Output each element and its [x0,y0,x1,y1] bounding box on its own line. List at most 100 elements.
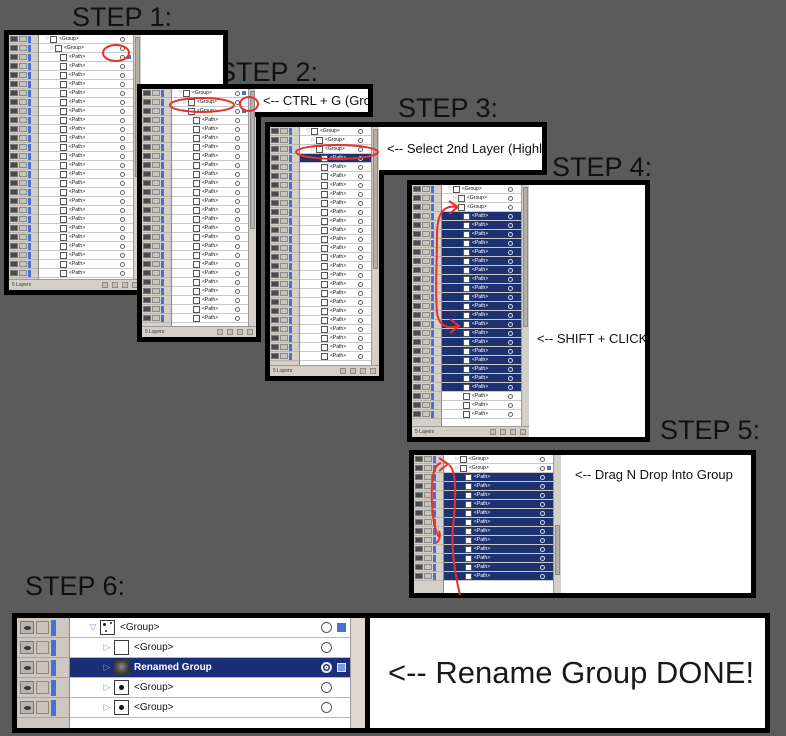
layer-row[interactable]: <Path> [39,107,133,116]
layer-row[interactable]: <Path> [444,473,553,482]
eye-icon[interactable] [413,240,421,246]
eye-icon[interactable] [143,270,151,276]
layer-row[interactable]: ▽ <Group> [172,89,248,98]
eye-icon[interactable] [271,290,279,296]
eye-icon[interactable] [271,200,279,206]
lock-icon[interactable] [422,186,430,192]
eye-icon[interactable] [415,573,423,579]
eye-icon[interactable] [10,252,18,258]
layer-row[interactable]: <Path> [300,163,371,172]
target-circle-icon[interactable] [120,207,125,213]
layer-row[interactable]: <Path> [39,152,133,161]
lock-icon[interactable] [152,261,160,267]
layer-gutter-cell[interactable] [412,257,441,266]
layer-gutter-cell[interactable] [270,190,299,199]
target-circle-icon[interactable] [120,225,125,231]
layer-row[interactable]: ▷ <Group> [444,464,553,473]
eye-icon[interactable] [415,483,423,489]
layer-gutter-cell[interactable] [414,545,443,554]
layer-row[interactable]: <Path> [172,215,248,224]
lock-icon[interactable] [36,681,49,694]
lock-icon[interactable] [424,510,432,516]
lock-icon[interactable] [152,108,160,114]
eye-icon[interactable] [20,641,34,654]
layer-gutter-cell[interactable] [412,311,441,320]
layer-gutter-cell[interactable] [142,206,171,215]
lock-icon[interactable] [19,54,27,60]
eye-icon[interactable] [10,180,18,186]
lock-icon[interactable] [422,285,430,291]
lock-icon[interactable] [19,216,27,222]
eye-icon[interactable] [271,326,279,332]
target-circle-icon[interactable] [358,128,363,134]
eye-icon[interactable] [271,137,279,143]
layer-row[interactable]: <Path> [444,518,553,527]
layer-gutter-cell[interactable] [9,107,38,116]
eye-icon[interactable] [20,701,34,714]
layer-row[interactable]: <Path> [442,320,521,329]
layer-gutter-cell[interactable] [412,401,441,410]
layer-gutter-cell[interactable] [9,62,38,71]
layer-row[interactable]: <Path> [442,302,521,311]
layer-gutter-cell[interactable] [412,275,441,284]
layer-row[interactable]: <Path> [442,338,521,347]
lock-icon[interactable] [280,128,288,134]
target-circle-icon[interactable] [120,234,125,240]
layer-row[interactable]: ▷ <Group> [70,638,350,658]
target-circle-icon[interactable] [120,72,125,78]
eye-icon[interactable] [271,335,279,341]
lock-icon[interactable] [280,191,288,197]
target-circle-icon[interactable] [358,173,363,179]
eye-icon[interactable] [143,306,151,312]
layer-gutter-cell[interactable] [142,215,171,224]
target-circle-icon[interactable] [540,483,545,489]
lock-icon[interactable] [424,483,432,489]
eye-icon[interactable] [143,288,151,294]
layer-gutter-cell[interactable] [142,197,171,206]
layer-row[interactable]: <Path> [300,217,371,226]
eye-icon[interactable] [271,164,279,170]
target-circle-icon[interactable] [235,297,240,303]
layer-gutter-cell[interactable] [270,199,299,208]
lock-icon[interactable] [152,189,160,195]
lock-icon[interactable] [422,402,430,408]
eye-icon[interactable] [413,285,421,291]
target-circle-icon[interactable] [508,222,513,228]
layer-gutter-cell[interactable] [414,464,443,473]
lock-icon[interactable] [280,218,288,224]
layer-row[interactable]: <Path> [172,287,248,296]
lock-icon[interactable] [152,270,160,276]
eye-icon[interactable] [10,36,18,42]
palette-rows-area[interactable]: ▽ <Group> ▷ <Group> <Path> <Path> <Path> <Path>… [9,35,141,279]
lock-icon[interactable] [422,366,430,372]
lock-icon[interactable] [19,45,27,51]
layer-row[interactable]: <Path> [444,563,553,572]
lock-icon[interactable] [36,641,49,654]
layer-row[interactable]: <Path> [172,278,248,287]
lock-icon[interactable] [280,344,288,350]
target-circle-icon[interactable] [120,261,125,267]
target-circle-icon[interactable] [358,182,363,188]
layer-row[interactable]: <Path> [300,289,371,298]
lock-icon[interactable] [422,330,430,336]
new-sublayer-icon[interactable] [112,282,118,288]
layer-row[interactable]: <Path> [442,266,521,275]
layer-row[interactable]: <Path> [39,233,133,242]
lock-icon[interactable] [19,234,27,240]
lock-icon[interactable] [152,297,160,303]
lock-icon[interactable] [152,171,160,177]
eye-icon[interactable] [271,317,279,323]
eye-icon[interactable] [415,537,423,543]
target-circle-icon[interactable] [358,281,363,287]
target-circle-icon[interactable] [508,258,513,264]
layer-row[interactable]: <Path> [172,233,248,242]
layer-gutter-cell[interactable] [412,230,441,239]
target-circle-icon[interactable] [235,270,240,276]
layer-gutter-cell[interactable] [412,338,441,347]
eye-icon[interactable] [271,209,279,215]
layer-row[interactable]: <Path> [39,269,133,278]
disclosure-triangle-icon[interactable]: ▷ [100,703,114,712]
target-circle-icon[interactable] [120,135,125,141]
palette-gutter[interactable] [414,455,444,593]
layer-gutter-cell[interactable] [9,161,38,170]
